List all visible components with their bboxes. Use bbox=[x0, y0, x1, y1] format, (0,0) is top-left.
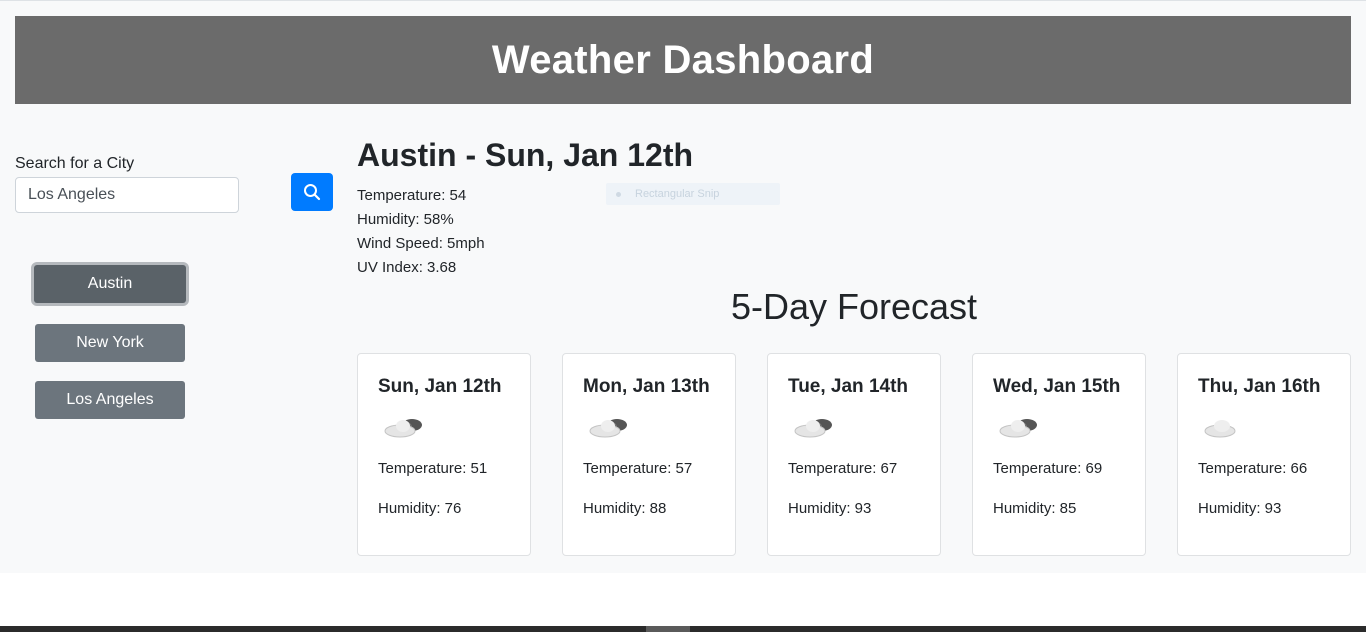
current-wind-speed: Wind Speed: 5mph bbox=[357, 235, 485, 252]
partly-cloudy-icon bbox=[384, 419, 422, 438]
search-input[interactable]: Los Angeles bbox=[15, 177, 239, 213]
page-header: Weather Dashboard bbox=[15, 16, 1351, 104]
search-label: Search for a City bbox=[15, 155, 135, 172]
search-button[interactable] bbox=[291, 173, 333, 211]
forecast-card: Sun, Jan 12th Temperature: 51 Humidity: … bbox=[357, 353, 531, 556]
forecast-temperature: Temperature: 66 bbox=[1198, 460, 1308, 477]
city-button-los-angeles[interactable]: Los Angeles bbox=[35, 381, 185, 419]
forecast-card: Mon, Jan 13th Temperature: 57 Humidity: … bbox=[562, 353, 736, 556]
forecast-date: Mon, Jan 13th bbox=[583, 376, 710, 397]
snip-dot-icon bbox=[616, 191, 621, 197]
forecast-humidity: Humidity: 93 bbox=[788, 500, 872, 517]
forecast-card: Wed, Jan 15th Temperature: 69 Humidity: … bbox=[972, 353, 1146, 556]
forecast-temperature: Temperature: 69 bbox=[993, 460, 1103, 477]
forecast-date: Sun, Jan 12th bbox=[378, 376, 502, 397]
taskbar bbox=[0, 626, 1366, 632]
forecast-humidity: Humidity: 85 bbox=[993, 500, 1077, 517]
forecast-date: Thu, Jan 16th bbox=[1198, 376, 1321, 397]
search-icon bbox=[304, 184, 321, 201]
city-button-new-york[interactable]: New York bbox=[35, 324, 185, 362]
forecast-humidity: Humidity: 93 bbox=[1198, 500, 1282, 517]
forecast-humidity: Humidity: 76 bbox=[378, 500, 462, 517]
partly-cloudy-icon bbox=[794, 419, 832, 438]
forecast-temperature: Temperature: 67 bbox=[788, 460, 898, 477]
forecast-date: Wed, Jan 15th bbox=[993, 376, 1121, 397]
snip-overlay: Rectangular Snip bbox=[606, 183, 780, 205]
forecast-humidity: Humidity: 88 bbox=[583, 500, 667, 517]
partly-cloudy-icon bbox=[589, 419, 627, 438]
forecast-card: Thu, Jan 16th Temperature: 66 Humidity: … bbox=[1177, 353, 1351, 556]
forecast-card: Tue, Jan 14th Temperature: 67 Humidity: … bbox=[767, 353, 941, 556]
forecast-title: 5-Day Forecast bbox=[730, 286, 978, 327]
snip-label: Rectangular Snip bbox=[635, 188, 720, 200]
current-city-title: Austin - Sun, Jan 12th bbox=[357, 137, 694, 173]
partly-cloudy-icon bbox=[999, 419, 1037, 438]
page-title: Weather Dashboard bbox=[491, 37, 875, 82]
city-button-austin[interactable]: Austin bbox=[34, 265, 186, 303]
current-temperature: Temperature: 54 bbox=[357, 187, 467, 204]
forecast-date: Tue, Jan 14th bbox=[788, 376, 909, 397]
cloud-icon bbox=[1204, 420, 1236, 438]
forecast-temperature: Temperature: 51 bbox=[378, 460, 488, 477]
taskbar-highlight bbox=[646, 626, 690, 632]
forecast-temperature: Temperature: 57 bbox=[583, 460, 693, 477]
current-uv-index: UV Index: 3.68 bbox=[357, 259, 457, 276]
current-humidity: Humidity: 58% bbox=[357, 211, 454, 228]
